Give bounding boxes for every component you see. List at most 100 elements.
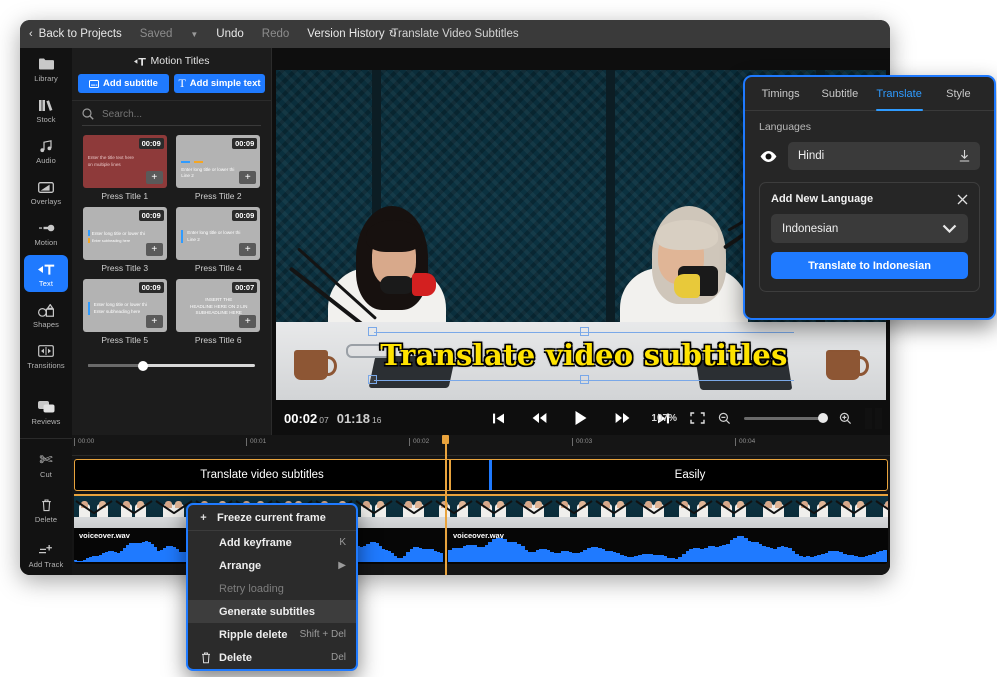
menu-item-delete[interactable]: Delete Del [188, 646, 356, 669]
resize-handle[interactable] [368, 327, 377, 336]
shapes-icon [38, 302, 54, 318]
sidebar-item-shapes[interactable]: Shapes [24, 296, 68, 333]
card-line: Enter the title text here [87, 155, 134, 160]
add-language-header: Add New Language [771, 193, 968, 205]
add-simple-text-button[interactable]: T Add simple text [174, 74, 265, 93]
eye-icon[interactable] [759, 150, 778, 163]
undo-button[interactable]: Undo [207, 28, 253, 40]
zoom-in-icon[interactable] [839, 412, 852, 425]
tool-delete[interactable]: Delete [24, 491, 68, 528]
title-card[interactable]: 00:09 Enter long title or lower thi Ente… [82, 279, 168, 345]
play-icon[interactable] [574, 410, 588, 426]
search-input[interactable] [102, 108, 261, 120]
add-title-button[interactable]: + [145, 315, 163, 328]
tab-subtitle[interactable]: Subtitle [810, 77, 869, 110]
version-history-button[interactable]: Version History ↻ [298, 28, 406, 40]
resize-handle[interactable] [368, 375, 377, 384]
zoom-level-label[interactable]: 107% [651, 413, 677, 424]
current-language-field[interactable]: Hindi [788, 142, 980, 170]
title-card[interactable]: 00:07 INSERT THE HEADLINE HERE ON 2 LIN … [176, 279, 262, 345]
microphone-left [380, 276, 414, 294]
rewind-icon[interactable] [532, 412, 547, 424]
title-card[interactable]: 00:09 Enter long title or lower thi Line… [176, 135, 262, 201]
title-card[interactable]: 00:09 Enter the title text here on multi… [82, 135, 168, 201]
menu-item-arrange[interactable]: Arrange ▶ [188, 554, 356, 577]
thumbnail [354, 496, 394, 528]
folder-icon [38, 56, 54, 72]
add-subtitle-button[interactable]: Add subtitle [78, 74, 169, 93]
saved-dropdown-button[interactable]: ▼ [181, 30, 207, 39]
sidebar-item-overlays[interactable]: Overlays [24, 173, 68, 210]
add-title-button[interactable]: + [145, 243, 163, 256]
resize-handle[interactable] [580, 327, 589, 336]
subtitle-clip[interactable]: Translate video subtitles [75, 460, 449, 490]
menu-item-label: Freeze current frame [217, 511, 326, 524]
redo-button[interactable]: Redo [253, 28, 299, 40]
add-title-button[interactable]: + [145, 171, 163, 184]
chevron-down-icon[interactable] [942, 224, 957, 233]
sidebar-item-stock[interactable]: Stock [24, 91, 68, 128]
card-accent-bars [181, 159, 256, 166]
sidebar-item-audio[interactable]: Audio [24, 132, 68, 169]
title-card-thumb[interactable]: 00:09 Enter long title or lower thi Line… [176, 135, 261, 188]
subtitle-selection[interactable]: Translate video subtitles [368, 326, 794, 386]
menu-item-add-keyframe[interactable]: Add keyframe K [188, 531, 356, 554]
slider-knob[interactable] [818, 413, 828, 423]
add-title-button[interactable]: + [239, 243, 257, 256]
playhead[interactable] [442, 435, 448, 575]
ruler-tick: 00:00 [74, 438, 94, 446]
close-icon[interactable] [957, 194, 968, 205]
timecode-group: 00:02 07 01:18 16 [272, 411, 381, 426]
slider-track[interactable] [88, 360, 255, 371]
fast-forward-icon[interactable] [615, 412, 630, 424]
tool-cut[interactable]: ✄ Cut [24, 446, 68, 483]
sidebar-label: Library [34, 74, 58, 83]
tab-timings[interactable]: Timings [751, 77, 810, 110]
sidebar-item-motion[interactable]: Motion [24, 214, 68, 251]
subtitle-track[interactable]: Translate video subtitles Easily [74, 459, 888, 491]
back-to-projects-button[interactable]: ‹ Back to Projects [20, 28, 131, 40]
skip-start-icon[interactable] [492, 412, 505, 425]
sidebar-item-transitions[interactable]: Transitions [24, 337, 68, 374]
pause-icon[interactable] [865, 407, 882, 429]
slider-knob[interactable] [138, 360, 149, 371]
menu-item-generate-subtitles[interactable]: Generate subtitles [188, 600, 356, 623]
title-card[interactable]: 00:09 Enter long title or lower thi Ente… [82, 207, 168, 273]
title-card-thumb[interactable]: 00:09 Enter long title or lower thi Line… [176, 207, 261, 260]
tab-translate[interactable]: Translate [870, 77, 929, 111]
menu-item-freeze-current-frame[interactable]: + Freeze current frame [188, 505, 356, 531]
add-title-button[interactable]: + [239, 171, 257, 184]
fit-screen-icon[interactable] [690, 412, 705, 424]
subtitle-box-icon [89, 79, 100, 88]
sidebar-item-reviews[interactable]: Reviews [24, 393, 68, 430]
title-card[interactable]: 00:09 Enter long title or lower thi Line… [176, 207, 262, 273]
card-label: Press Title 3 [101, 263, 149, 273]
zoom-out-icon[interactable] [718, 412, 731, 425]
sidebar-item-library[interactable]: Library [24, 50, 68, 87]
language-select[interactable]: Indonesian [771, 214, 968, 243]
title-card-thumb[interactable]: 00:09 Enter long title or lower thi Ente… [82, 279, 167, 332]
audio-clip[interactable]: voiceover.wav [448, 528, 888, 564]
subtitle-clip[interactable]: Easily [493, 460, 887, 490]
tool-add-track[interactable]: Add Track [24, 536, 68, 573]
download-icon[interactable] [959, 150, 970, 162]
preview-zoom-slider[interactable] [744, 413, 828, 423]
resize-handle[interactable] [580, 375, 589, 384]
tab-style[interactable]: Style [929, 77, 988, 110]
title-card-thumb[interactable]: 00:09 Enter long title or lower thi Ente… [82, 207, 167, 260]
timeline-ruler[interactable]: 00:00 00:01 00:02 00:03 00:04 [72, 435, 890, 456]
title-card-thumb[interactable]: 00:07 INSERT THE HEADLINE HERE ON 2 LIN … [176, 279, 261, 332]
add-title-button[interactable]: + [239, 315, 257, 328]
panel-zoom-slider[interactable] [72, 354, 271, 371]
trash-icon [41, 497, 52, 513]
menu-item-ripple-delete[interactable]: Ripple delete Shift + Del [188, 623, 356, 646]
languages-heading: Languages [759, 121, 811, 133]
keyframe-marker[interactable] [489, 460, 492, 490]
card-duration: 00:09 [232, 210, 258, 221]
menu-item-label: Retry loading [219, 582, 284, 595]
translate-button[interactable]: Translate to Indonesian [771, 252, 968, 279]
title-card-thumb[interactable]: 00:09 Enter the title text here on multi… [82, 135, 167, 188]
sidebar-item-text[interactable]: Text [24, 255, 68, 292]
history-clock-icon: ↻ [388, 28, 398, 40]
search-row [72, 101, 271, 125]
